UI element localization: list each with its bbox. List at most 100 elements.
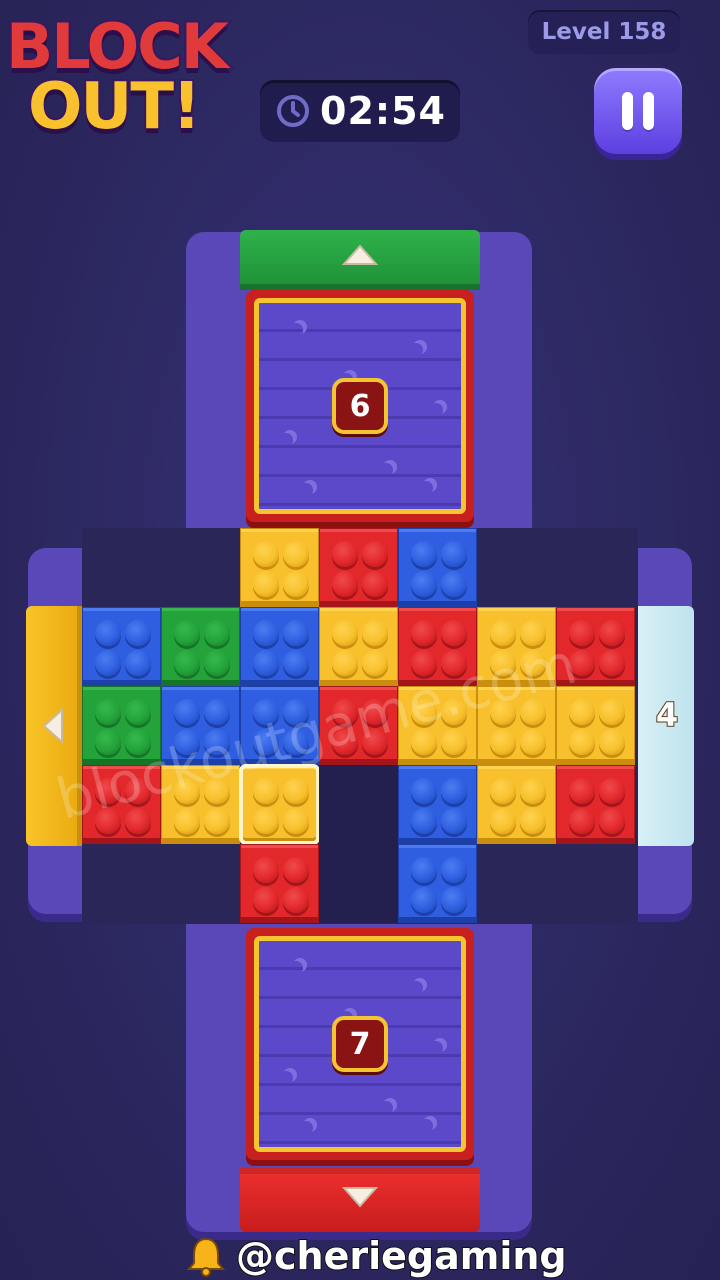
block-stud (95, 699, 121, 725)
block-stud (411, 857, 437, 883)
empty-cell (319, 765, 398, 844)
block-stud (599, 699, 625, 725)
block-stud (411, 620, 437, 646)
block-stud (441, 620, 467, 646)
block-stud (569, 620, 595, 646)
block-stud (253, 887, 279, 913)
block-stud (125, 650, 151, 676)
red-block[interactable] (556, 765, 635, 844)
block-stud (441, 778, 467, 804)
block-stud (253, 650, 279, 676)
block-stud (332, 541, 358, 567)
pause-button[interactable] (594, 68, 682, 154)
blue-block[interactable] (398, 528, 477, 607)
blue-block[interactable] (398, 765, 477, 844)
arrow-down-icon (341, 1187, 379, 1208)
block-stud (174, 620, 200, 646)
block-stud (332, 620, 358, 646)
block-stud (253, 571, 279, 597)
block-stud (599, 620, 625, 646)
block-stud (204, 699, 230, 725)
blue-block[interactable] (240, 607, 319, 686)
block-stud (411, 808, 437, 834)
block-stud (253, 620, 279, 646)
block-stud (332, 571, 358, 597)
block-stud (283, 571, 309, 597)
block-stud (569, 778, 595, 804)
red-block[interactable] (319, 528, 398, 607)
block-stud (362, 620, 388, 646)
block-stud (490, 778, 516, 804)
block-stud (283, 808, 309, 834)
block-stud (362, 541, 388, 567)
yellow-block[interactable] (477, 765, 556, 844)
level-indicator: Level 158 (528, 10, 680, 54)
green-block[interactable] (161, 607, 240, 686)
block-stud (520, 808, 546, 834)
pause-icon (617, 92, 659, 130)
block-stud (362, 571, 388, 597)
block-stud (204, 650, 230, 676)
exit-gate-bottom (240, 1168, 480, 1232)
block-stud (125, 620, 151, 646)
yellow-block[interactable] (240, 528, 319, 607)
block-stud (95, 620, 121, 646)
block-stud (441, 541, 467, 567)
right-gate-count: 4 (655, 695, 679, 735)
block-stud (599, 650, 625, 676)
block-stud (599, 729, 625, 755)
block-stud (441, 887, 467, 913)
block-stud (520, 729, 546, 755)
door-top-count: 6 (332, 378, 388, 434)
door-bottom-count: 7 (332, 1016, 388, 1072)
blue-block[interactable] (82, 607, 161, 686)
block-stud (490, 729, 516, 755)
block-stud (490, 620, 516, 646)
clock-icon (277, 95, 309, 127)
blue-block[interactable] (398, 844, 477, 923)
door-bottom: 7 (246, 928, 474, 1160)
block-stud (411, 571, 437, 597)
block-stud (174, 650, 200, 676)
block-stud (253, 857, 279, 883)
level-label: Level 158 (541, 19, 667, 45)
block-stud (174, 808, 200, 834)
exit-gate-top (240, 230, 480, 290)
block-stud (174, 699, 200, 725)
block-stud (411, 541, 437, 567)
red-block[interactable] (240, 844, 319, 923)
block-stud (441, 729, 467, 755)
game-screen: { "header": { "logo_line1": "BLOCK", "lo… (0, 0, 720, 1280)
block-stud (283, 778, 309, 804)
block-stud (283, 887, 309, 913)
block-stud (599, 808, 625, 834)
block-stud (520, 778, 546, 804)
yellow-block[interactable] (319, 607, 398, 686)
block-stud (253, 808, 279, 834)
empty-cell (319, 844, 398, 923)
block-stud (441, 571, 467, 597)
block-stud (490, 808, 516, 834)
door-top: 6 (246, 290, 474, 522)
block-stud (569, 729, 595, 755)
block-stud (283, 620, 309, 646)
block-stud (253, 541, 279, 567)
block-stud (253, 778, 279, 804)
block-stud (283, 541, 309, 567)
game-logo: BLOCK OUT! (0, 0, 262, 150)
timer: 02:54 (260, 80, 460, 142)
block-stud (283, 857, 309, 883)
timer-value: 02:54 (320, 89, 446, 133)
block-stud (411, 778, 437, 804)
block-stud (569, 699, 595, 725)
logo-line-2: OUT! (26, 68, 203, 146)
block-stud (362, 650, 388, 676)
arrow-up-icon (341, 244, 379, 265)
block-stud (332, 650, 358, 676)
arrow-left-icon (42, 707, 63, 745)
block-stud (569, 808, 595, 834)
block-stud (204, 808, 230, 834)
block-stud (95, 650, 121, 676)
block-stud (441, 808, 467, 834)
block-stud (441, 857, 467, 883)
